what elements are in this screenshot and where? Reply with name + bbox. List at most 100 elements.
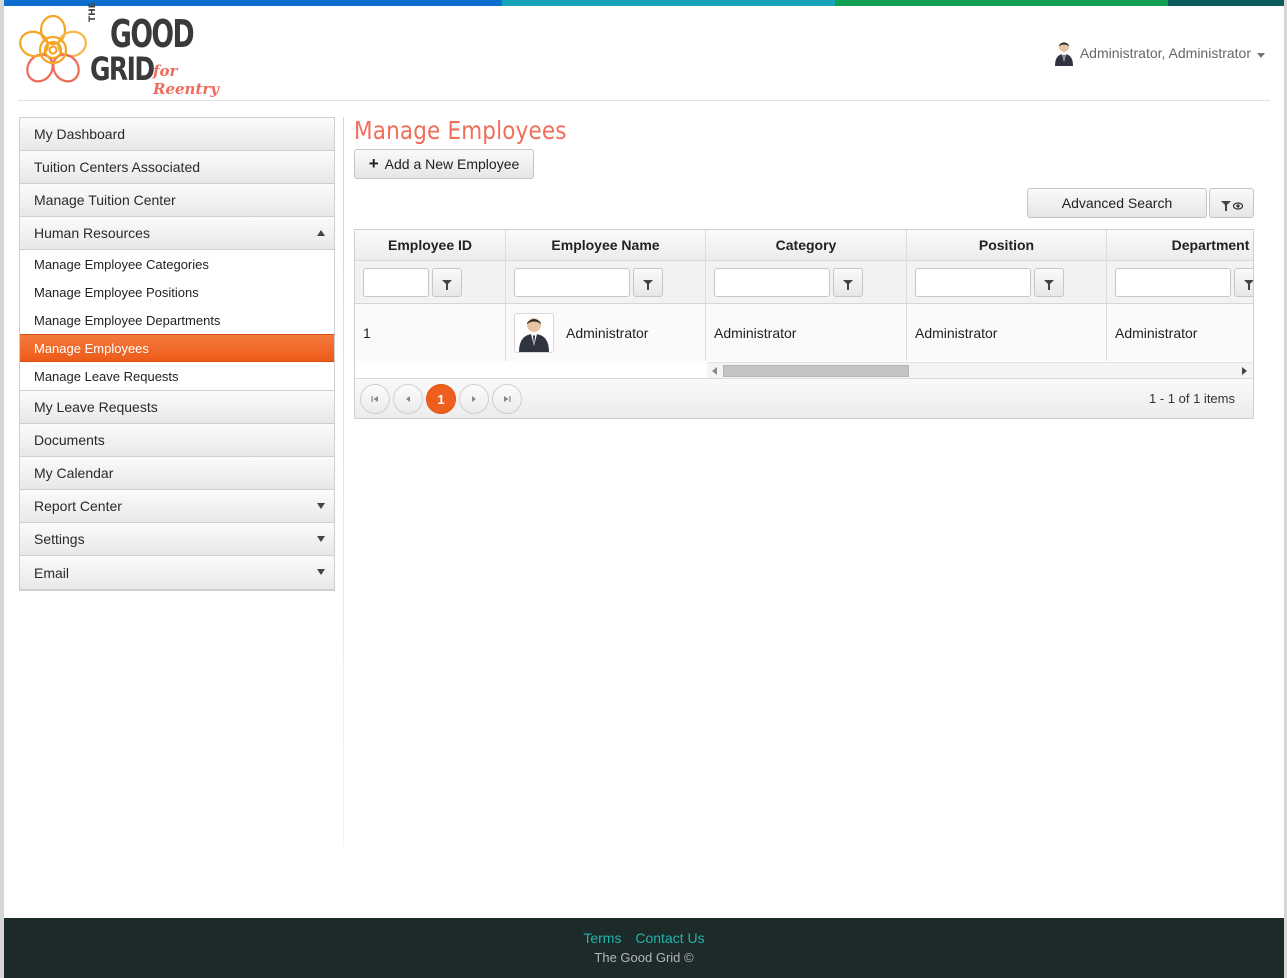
- sidebar-subitem-label: Manage Leave Requests: [34, 368, 179, 384]
- filter-input-category[interactable]: [714, 267, 830, 297]
- filter-icon: [1244, 279, 1253, 290]
- scrollbar-thumb[interactable]: [723, 365, 909, 377]
- add-employee-button[interactable]: + Add a New Employee: [354, 149, 534, 179]
- sidebar-item-tuition-centers-associated[interactable]: Tuition Centers Associated: [20, 151, 334, 184]
- logo-tagline: for Reentry: [153, 62, 220, 98]
- sidebar-item-label: My Leave Requests: [34, 399, 158, 415]
- filter-input-employee-id[interactable]: [363, 267, 429, 297]
- plus-icon: +: [368, 154, 379, 173]
- user-avatar-icon: [519, 317, 549, 352]
- filter-cell-category: [706, 261, 907, 304]
- top-color-stripe: [4, 0, 1284, 6]
- filter-input-department[interactable]: [1115, 267, 1231, 297]
- sidebar-item-settings[interactable]: Settings: [20, 523, 334, 556]
- scroll-right-icon[interactable]: [1242, 367, 1247, 375]
- filter-cell-employee-name: [506, 261, 706, 304]
- cell-employee-id: 1: [355, 304, 506, 361]
- sidebar-item-label: My Dashboard: [34, 126, 126, 142]
- next-page-icon: [472, 396, 476, 402]
- filter-button[interactable]: [1234, 267, 1253, 297]
- sidebar-item-my-calendar[interactable]: My Calendar: [20, 457, 334, 490]
- sidebar-subitem-manage-employee-positions[interactable]: Manage Employee Positions: [20, 278, 334, 306]
- filter-input-employee-name[interactable]: [514, 267, 630, 297]
- pager-info: 1 - 1 of 1 items: [1149, 391, 1235, 406]
- sidebar-nav: My Dashboard Tuition Centers Associated …: [19, 117, 335, 591]
- chevron-down-icon: [317, 536, 325, 542]
- filter-icon: [1220, 200, 1231, 211]
- filter-button[interactable]: [432, 267, 462, 297]
- add-employee-label: Add a New Employee: [384, 156, 520, 172]
- grid-filter-row: [355, 261, 1253, 304]
- stripe-segment: [835, 0, 1168, 6]
- sidebar-subitem-label: Manage Employees: [34, 340, 149, 356]
- filter-button[interactable]: [1034, 267, 1064, 297]
- sidebar-subitem-label: Manage Employee Positions: [34, 284, 199, 300]
- the-good-grid-logo[interactable]: THE GOOD GRID for Reentry: [18, 2, 238, 98]
- column-header-employee-name[interactable]: Employee Name: [506, 230, 706, 261]
- filter-cell-employee-id: [355, 261, 506, 304]
- header-divider: [18, 100, 1270, 101]
- table-row[interactable]: 1 Administrator Administrator Administra…: [355, 304, 1253, 361]
- chevron-down-icon: [317, 569, 325, 575]
- sidebar-item-human-resources[interactable]: Human Resources: [20, 217, 334, 250]
- toggle-filter-row-button[interactable]: [1209, 188, 1254, 218]
- sidebar-subitem-label: Manage Employee Categories: [34, 256, 209, 272]
- next-page-button[interactable]: [459, 384, 489, 414]
- sidebar-subitem-manage-employee-departments[interactable]: Manage Employee Departments: [20, 306, 334, 334]
- user-menu[interactable]: Administrator, Administrator: [1054, 40, 1265, 66]
- sidebar-item-manage-tuition-center[interactable]: Manage Tuition Center: [20, 184, 334, 217]
- advanced-search-button[interactable]: Advanced Search: [1027, 188, 1207, 218]
- sidebar-subitem-manage-leave-requests[interactable]: Manage Leave Requests: [20, 362, 334, 390]
- sidebar-item-my-leave-requests[interactable]: My Leave Requests: [20, 391, 334, 424]
- last-page-icon: [504, 396, 511, 402]
- page-button-current[interactable]: 1: [426, 384, 456, 414]
- column-header-department[interactable]: Department: [1107, 230, 1253, 261]
- stripe-segment: [4, 0, 502, 6]
- cell-category: Administrator: [706, 304, 907, 361]
- sidebar-subitem-manage-employees[interactable]: Manage Employees: [20, 334, 334, 362]
- footer: Terms Contact Us The Good Grid ©: [4, 918, 1284, 978]
- eye-icon: [1232, 202, 1243, 210]
- contact-us-link[interactable]: Contact Us: [635, 930, 704, 946]
- column-header-position[interactable]: Position: [907, 230, 1107, 261]
- column-header-category[interactable]: Category: [706, 230, 907, 261]
- logo-the-text: THE: [88, 2, 98, 22]
- filter-cell-department: [1107, 261, 1253, 304]
- content-divider: [343, 117, 344, 847]
- filter-input-position[interactable]: [915, 267, 1031, 297]
- filter-icon: [1044, 279, 1054, 290]
- stripe-segment: [1168, 0, 1284, 6]
- sidebar-item-documents[interactable]: Documents: [20, 424, 334, 457]
- previous-page-button[interactable]: [393, 384, 423, 414]
- sidebar-item-my-dashboard[interactable]: My Dashboard: [20, 118, 334, 151]
- chevron-down-icon: [1257, 52, 1265, 58]
- footer-copyright: The Good Grid ©: [594, 950, 694, 965]
- chevron-up-icon: [317, 230, 325, 236]
- sidebar-item-label: Manage Tuition Center: [34, 192, 176, 208]
- employee-avatar: [514, 312, 554, 353]
- human-resources-submenu: Manage Employee Categories Manage Employ…: [20, 250, 334, 391]
- horizontal-scrollbar[interactable]: [707, 362, 1253, 378]
- last-page-button[interactable]: [492, 384, 522, 414]
- cell-employee-name: Administrator: [506, 304, 706, 361]
- cell-position: Administrator: [907, 304, 1107, 361]
- first-page-button[interactable]: [360, 384, 390, 414]
- scroll-left-icon[interactable]: [712, 367, 717, 375]
- filter-button[interactable]: [833, 267, 863, 297]
- flower-logo-icon: [19, 14, 87, 83]
- sidebar-item-label: Report Center: [34, 498, 122, 514]
- sidebar-item-report-center[interactable]: Report Center: [20, 490, 334, 523]
- filter-icon: [643, 279, 653, 290]
- logo-grid-text: GRID: [90, 50, 155, 88]
- sidebar-item-label: Email: [34, 564, 70, 581]
- column-header-employee-id[interactable]: Employee ID: [355, 230, 506, 261]
- filter-button[interactable]: [633, 267, 663, 297]
- page-title: Manage Employees: [354, 116, 567, 145]
- sidebar-subitem-manage-employee-categories[interactable]: Manage Employee Categories: [20, 250, 334, 278]
- grid-header-row: Employee ID Employee Name Category Posit…: [355, 230, 1253, 261]
- grid-pager: 1 1 - 1 of 1 items: [355, 378, 1253, 418]
- filter-icon: [843, 279, 853, 290]
- cell-department: Administrator: [1107, 304, 1253, 361]
- terms-link[interactable]: Terms: [583, 930, 621, 946]
- sidebar-item-email[interactable]: Email: [20, 556, 334, 589]
